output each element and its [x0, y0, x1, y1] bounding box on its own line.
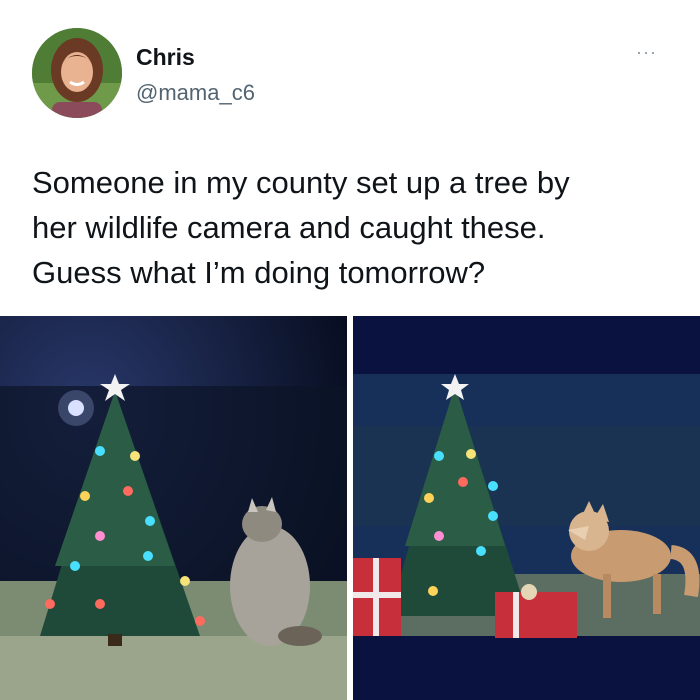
tweet-text-line: Someone in my county set up a tree by [32, 165, 570, 200]
tweet-text-line: her wildlife camera and caught these. [32, 210, 546, 245]
author-handle[interactable]: @mama_c6 [136, 80, 255, 106]
avatar-photo-icon [32, 28, 122, 118]
tweet-photo-fox[interactable] [353, 316, 700, 700]
author-name[interactable]: Chris [136, 44, 195, 71]
fox-tree-image [353, 316, 700, 700]
raccoon-tree-image [0, 316, 347, 700]
tweet-text-line: Guess what I’m doing tomorrow? [32, 255, 486, 290]
tweet-photo-raccoon[interactable] [0, 316, 347, 700]
avatar[interactable] [32, 28, 122, 118]
tweet-text: Someone in my county set up a tree by he… [32, 160, 672, 295]
more-options-icon[interactable]: ··· [636, 42, 657, 63]
